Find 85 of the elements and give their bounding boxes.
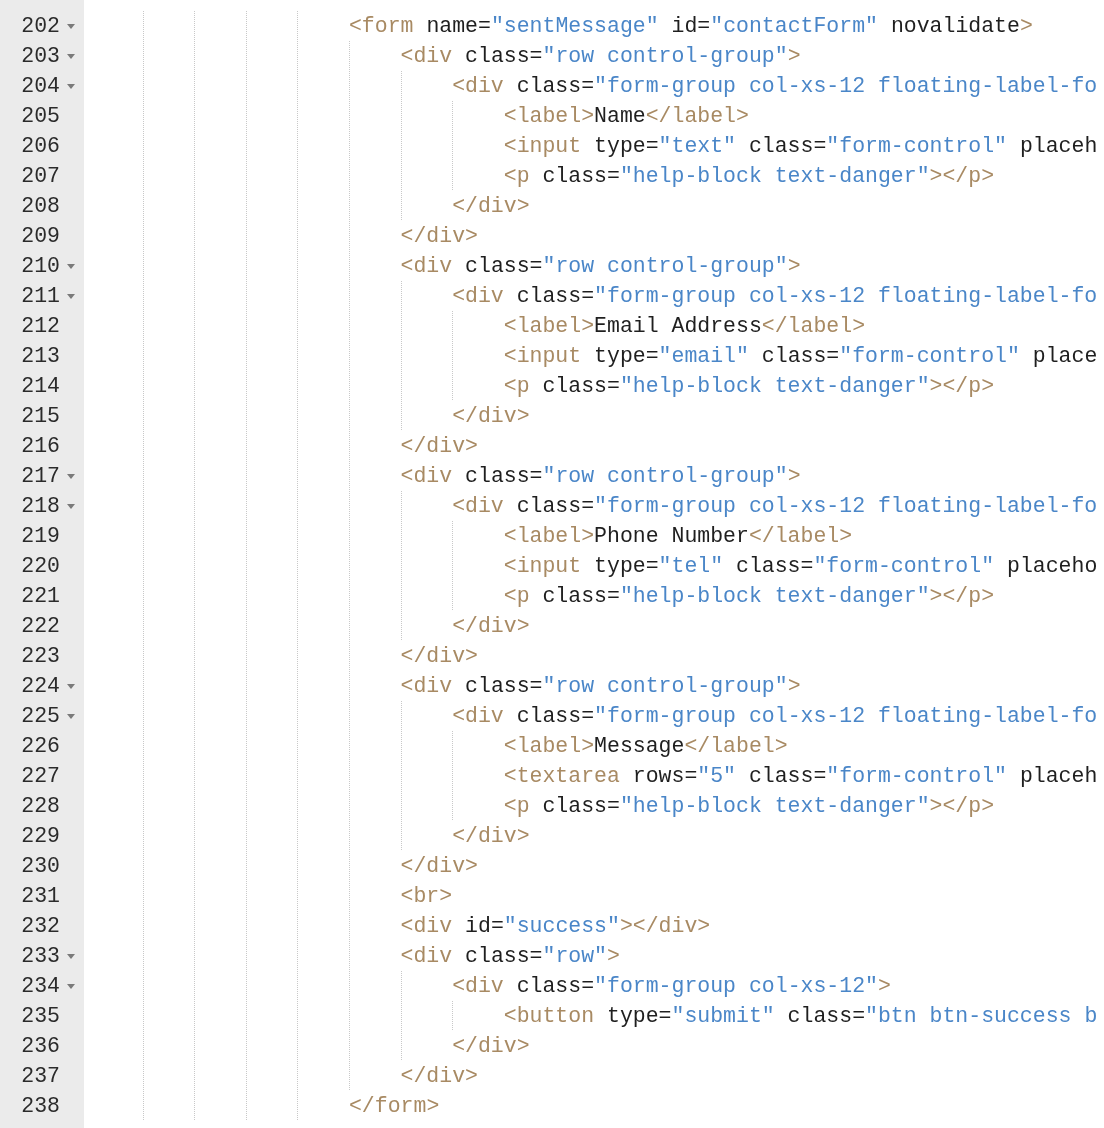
fold-caret-icon[interactable] xyxy=(64,952,78,960)
line-number: 216 xyxy=(21,433,60,460)
code-line: <input type="tel" class="form-control" placeho xyxy=(503,553,1098,580)
fold-caret-icon[interactable] xyxy=(64,682,78,690)
line-number: 214 xyxy=(21,373,60,400)
code-line: <input type="email" class="form-control" place xyxy=(503,343,1098,370)
code-line: <div class="form-group col-xs-12"> xyxy=(452,973,891,1000)
line-number: 228 xyxy=(21,793,60,820)
code-line: <p class="help-block text-danger"></p> xyxy=(503,583,995,610)
line-number: 206 xyxy=(21,133,60,160)
fold-caret-icon[interactable] xyxy=(64,292,78,300)
line-number: 204 xyxy=(21,73,60,100)
line-number: 233 xyxy=(21,943,60,970)
line-number: 231 xyxy=(21,883,60,910)
code-line: </div> xyxy=(452,823,530,850)
line-number: 237 xyxy=(21,1063,60,1090)
line-number: 234 xyxy=(21,973,60,1000)
line-number: 207 xyxy=(21,163,60,190)
code-line: </div> xyxy=(452,193,530,220)
code-line: </div> xyxy=(452,613,530,640)
line-number: 202 xyxy=(21,13,60,40)
line-number: 212 xyxy=(21,313,60,340)
code-line: <textarea rows="5" class="form-control" placeh xyxy=(503,763,1098,790)
code-line: </div> xyxy=(400,1063,478,1090)
line-number: 230 xyxy=(21,853,60,880)
line-number: 203 xyxy=(21,43,60,70)
code-line: </div> xyxy=(452,1033,530,1060)
code-line: <input type="text" class="form-control" placeh xyxy=(503,133,1098,160)
fold-caret-icon[interactable] xyxy=(64,982,78,990)
code-line: <p class="help-block text-danger"></p> xyxy=(503,163,995,190)
fold-caret-icon[interactable] xyxy=(64,712,78,720)
line-number: 222 xyxy=(21,613,60,640)
line-number: 223 xyxy=(21,643,60,670)
fold-caret-icon[interactable] xyxy=(64,502,78,510)
line-number: 229 xyxy=(21,823,60,850)
line-number: 217 xyxy=(21,463,60,490)
line-number: 224 xyxy=(21,673,60,700)
fold-caret-icon[interactable] xyxy=(64,52,78,60)
line-number: 215 xyxy=(21,403,60,430)
code-line: <div class="row control-group"> xyxy=(400,673,801,700)
line-number: 219 xyxy=(21,523,60,550)
line-number: 211 xyxy=(21,283,60,310)
code-line: </div> xyxy=(400,853,478,880)
line-number: 235 xyxy=(21,1003,60,1030)
line-number: 232 xyxy=(21,913,60,940)
fold-caret-icon[interactable] xyxy=(64,472,78,480)
code-line: <div class="row"> xyxy=(400,943,620,970)
fold-caret-icon[interactable] xyxy=(64,82,78,90)
code-line: </form> xyxy=(348,1093,440,1120)
code-line: <div class="form-group col-xs-12 floating-label-fo xyxy=(452,703,1098,730)
code-line: <div class="row control-group"> xyxy=(400,253,801,280)
code-line: </div> xyxy=(400,223,478,250)
line-number: 218 xyxy=(21,493,60,520)
line-number: 208 xyxy=(21,193,60,220)
code-line: <div class="row control-group"> xyxy=(400,463,801,490)
code-line: <p class="help-block text-danger"></p> xyxy=(503,373,995,400)
code-line: <div class="row control-group"> xyxy=(400,43,801,70)
code-line: <label>Name</label> xyxy=(503,103,749,130)
code-line: <label>Phone Number</label> xyxy=(503,523,853,550)
line-number: 225 xyxy=(21,703,60,730)
code-line: <p class="help-block text-danger"></p> xyxy=(503,793,995,820)
code-line: <br> xyxy=(400,883,453,910)
code-line: <div id="success"></div> xyxy=(400,913,711,940)
code-line: <label>Email Address</label> xyxy=(503,313,866,340)
line-number: 205 xyxy=(21,103,60,130)
code-line: </div> xyxy=(452,403,530,430)
line-number: 209 xyxy=(21,223,60,250)
code-line: <button type="submit" class="btn btn-success b xyxy=(503,1003,1098,1030)
line-number: 210 xyxy=(21,253,60,280)
code-line: <div class="form-group col-xs-12 floating-label-fo xyxy=(452,283,1098,310)
line-number: 220 xyxy=(21,553,60,580)
fold-caret-icon[interactable] xyxy=(64,262,78,270)
fold-caret-icon[interactable] xyxy=(64,22,78,30)
line-number: 227 xyxy=(21,763,60,790)
line-number: 213 xyxy=(21,343,60,370)
code-line: </div> xyxy=(400,643,478,670)
code-line: <div class="form-group col-xs-12 floating-label-fo xyxy=(452,73,1098,100)
line-number: 238 xyxy=(21,1093,60,1120)
code-line: <div class="form-group col-xs-12 floating-label-fo xyxy=(452,493,1098,520)
line-number: 226 xyxy=(21,733,60,760)
code-line: <form name="sentMessage" id="contactForm" novalidate> xyxy=(348,13,1033,40)
code-line: <label>Message</label> xyxy=(503,733,788,760)
line-number: 236 xyxy=(21,1033,60,1060)
line-number: 221 xyxy=(21,583,60,610)
code-line: </div> xyxy=(400,433,478,460)
